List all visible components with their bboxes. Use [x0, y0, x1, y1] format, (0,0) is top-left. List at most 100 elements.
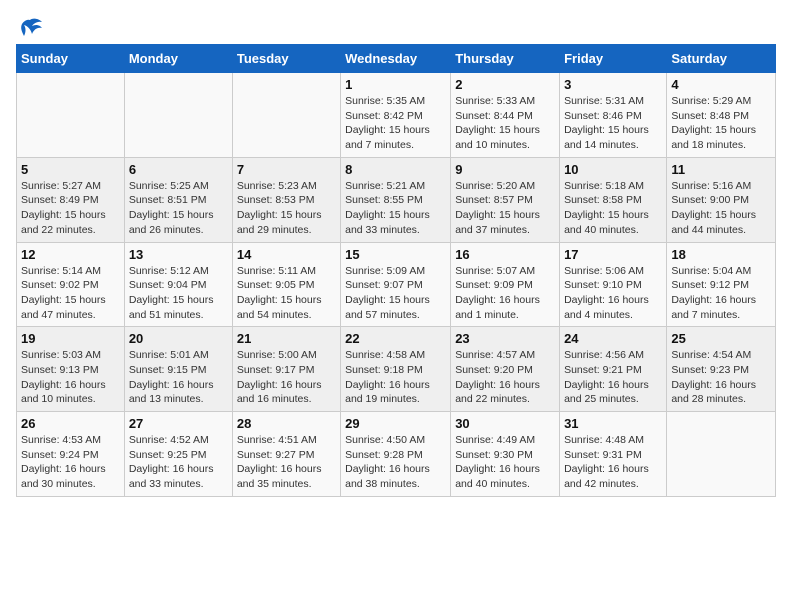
logo	[16, 16, 48, 40]
day-number: 21	[237, 331, 336, 346]
calendar-table: SundayMondayTuesdayWednesdayThursdayFrid…	[16, 44, 776, 497]
calendar-cell: 12 Sunrise: 5:14 AMSunset: 9:02 PMDayligh…	[17, 242, 125, 327]
day-header-tuesday: Tuesday	[232, 45, 340, 73]
day-number: 19	[21, 331, 120, 346]
week-row-2: 5 Sunrise: 5:27 AMSunset: 8:49 PMDaylight…	[17, 157, 776, 242]
calendar-cell: 1 Sunrise: 5:35 AMSunset: 8:42 PMDaylight…	[341, 73, 451, 158]
day-number: 20	[129, 331, 228, 346]
week-row-1: 1 Sunrise: 5:35 AMSunset: 8:42 PMDaylight…	[17, 73, 776, 158]
day-info: Sunrise: 4:49 AMSunset: 9:30 PMDaylight:…	[455, 433, 555, 492]
day-info: Sunrise: 4:56 AMSunset: 9:21 PMDaylight:…	[564, 348, 662, 407]
calendar-cell: 11 Sunrise: 5:16 AMSunset: 9:00 PMDayligh…	[667, 157, 776, 242]
day-info: Sunrise: 4:53 AMSunset: 9:24 PMDaylight:…	[21, 433, 120, 492]
day-number: 3	[564, 77, 662, 92]
calendar-cell: 24 Sunrise: 4:56 AMSunset: 9:21 PMDayligh…	[560, 327, 667, 412]
calendar-cell: 21 Sunrise: 5:00 AMSunset: 9:17 PMDayligh…	[232, 327, 340, 412]
day-number: 2	[455, 77, 555, 92]
days-header-row: SundayMondayTuesdayWednesdayThursdayFrid…	[17, 45, 776, 73]
day-info: Sunrise: 5:21 AMSunset: 8:55 PMDaylight:…	[345, 179, 446, 238]
calendar-cell: 10 Sunrise: 5:18 AMSunset: 8:58 PMDayligh…	[560, 157, 667, 242]
calendar-cell: 23 Sunrise: 4:57 AMSunset: 9:20 PMDayligh…	[451, 327, 560, 412]
day-header-wednesday: Wednesday	[341, 45, 451, 73]
day-number: 10	[564, 162, 662, 177]
calendar-cell: 9 Sunrise: 5:20 AMSunset: 8:57 PMDaylight…	[451, 157, 560, 242]
calendar-cell: 29 Sunrise: 4:50 AMSunset: 9:28 PMDayligh…	[341, 412, 451, 497]
day-info: Sunrise: 5:00 AMSunset: 9:17 PMDaylight:…	[237, 348, 336, 407]
calendar-cell: 15Sunrise: 5:09 AMSunset: 9:07 PMDayligh…	[341, 242, 451, 327]
day-number: 18	[671, 247, 771, 262]
day-number: 9	[455, 162, 555, 177]
calendar-cell	[667, 412, 776, 497]
day-info: Sunrise: 5:01 AMSunset: 9:15 PMDaylight:…	[129, 348, 228, 407]
day-number: 29	[345, 416, 446, 431]
calendar-cell: 2Sunrise: 5:33 AMSunset: 8:44 PMDaylight…	[451, 73, 560, 158]
day-info: Sunrise: 5:23 AMSunset: 8:53 PMDaylight:…	[237, 179, 336, 238]
day-header-saturday: Saturday	[667, 45, 776, 73]
calendar-cell: 13 Sunrise: 5:12 AMSunset: 9:04 PMDayligh…	[124, 242, 232, 327]
calendar-cell: 4 Sunrise: 5:29 AMSunset: 8:48 PMDaylight…	[667, 73, 776, 158]
day-number: 23	[455, 331, 555, 346]
day-info: Sunrise: 5:20 AMSunset: 8:57 PMDaylight:…	[455, 179, 555, 238]
calendar-cell: 8Sunrise: 5:21 AMSunset: 8:55 PMDaylight…	[341, 157, 451, 242]
day-number: 25	[671, 331, 771, 346]
week-row-3: 12 Sunrise: 5:14 AMSunset: 9:02 PMDayligh…	[17, 242, 776, 327]
calendar-cell: 19 Sunrise: 5:03 AMSunset: 9:13 PMDayligh…	[17, 327, 125, 412]
day-info: Sunrise: 5:11 AMSunset: 9:05 PMDaylight:…	[237, 264, 336, 323]
calendar-cell: 14Sunrise: 5:11 AMSunset: 9:05 PMDayligh…	[232, 242, 340, 327]
week-row-5: 26 Sunrise: 4:53 AMSunset: 9:24 PMDayligh…	[17, 412, 776, 497]
day-header-friday: Friday	[560, 45, 667, 73]
day-info: Sunrise: 4:57 AMSunset: 9:20 PMDaylight:…	[455, 348, 555, 407]
calendar-cell: 18 Sunrise: 5:04 AMSunset: 9:12 PMDayligh…	[667, 242, 776, 327]
page-header	[16, 16, 776, 40]
day-number: 13	[129, 247, 228, 262]
calendar-cell: 27Sunrise: 4:52 AMSunset: 9:25 PMDayligh…	[124, 412, 232, 497]
day-number: 7	[237, 162, 336, 177]
calendar-cell: 31 Sunrise: 4:48 AMSunset: 9:31 PMDayligh…	[560, 412, 667, 497]
day-info: Sunrise: 4:54 AMSunset: 9:23 PMDaylight:…	[671, 348, 771, 407]
day-number: 16	[455, 247, 555, 262]
day-number: 27	[129, 416, 228, 431]
calendar-cell: 30 Sunrise: 4:49 AMSunset: 9:30 PMDayligh…	[451, 412, 560, 497]
day-info: Sunrise: 5:14 AMSunset: 9:02 PMDaylight:…	[21, 264, 120, 323]
day-info: Sunrise: 5:18 AMSunset: 8:58 PMDaylight:…	[564, 179, 662, 238]
day-number: 28	[237, 416, 336, 431]
day-info: Sunrise: 4:51 AMSunset: 9:27 PMDaylight:…	[237, 433, 336, 492]
day-number: 22	[345, 331, 446, 346]
day-number: 4	[671, 77, 771, 92]
day-number: 24	[564, 331, 662, 346]
day-info: Sunrise: 5:29 AMSunset: 8:48 PMDaylight:…	[671, 94, 771, 153]
day-info: Sunrise: 5:16 AMSunset: 9:00 PMDaylight:…	[671, 179, 771, 238]
calendar-cell: 26 Sunrise: 4:53 AMSunset: 9:24 PMDayligh…	[17, 412, 125, 497]
day-number: 11	[671, 162, 771, 177]
day-info: Sunrise: 4:48 AMSunset: 9:31 PMDaylight:…	[564, 433, 662, 492]
day-number: 26	[21, 416, 120, 431]
day-info: Sunrise: 5:12 AMSunset: 9:04 PMDaylight:…	[129, 264, 228, 323]
calendar-cell: 6Sunrise: 5:25 AMSunset: 8:51 PMDaylight…	[124, 157, 232, 242]
day-info: Sunrise: 5:03 AMSunset: 9:13 PMDaylight:…	[21, 348, 120, 407]
calendar-cell: 25 Sunrise: 4:54 AMSunset: 9:23 PMDayligh…	[667, 327, 776, 412]
day-number: 5	[21, 162, 120, 177]
day-info: Sunrise: 5:35 AMSunset: 8:42 PMDaylight:…	[345, 94, 446, 153]
calendar-cell: 7 Sunrise: 5:23 AMSunset: 8:53 PMDaylight…	[232, 157, 340, 242]
calendar-cell: 22 Sunrise: 4:58 AMSunset: 9:18 PMDayligh…	[341, 327, 451, 412]
calendar-cell: 20 Sunrise: 5:01 AMSunset: 9:15 PMDayligh…	[124, 327, 232, 412]
day-number: 12	[21, 247, 120, 262]
day-number: 30	[455, 416, 555, 431]
calendar-cell	[124, 73, 232, 158]
day-number: 17	[564, 247, 662, 262]
day-info: Sunrise: 5:25 AMSunset: 8:51 PMDaylight:…	[129, 179, 228, 238]
day-info: Sunrise: 5:27 AMSunset: 8:49 PMDaylight:…	[21, 179, 120, 238]
calendar-cell	[232, 73, 340, 158]
calendar-cell: 16Sunrise: 5:07 AMSunset: 9:09 PMDayligh…	[451, 242, 560, 327]
day-info: Sunrise: 5:31 AMSunset: 8:46 PMDaylight:…	[564, 94, 662, 153]
calendar-cell: 3 Sunrise: 5:31 AMSunset: 8:46 PMDaylight…	[560, 73, 667, 158]
day-info: Sunrise: 5:04 AMSunset: 9:12 PMDaylight:…	[671, 264, 771, 323]
day-number: 31	[564, 416, 662, 431]
day-info: Sunrise: 4:50 AMSunset: 9:28 PMDaylight:…	[345, 433, 446, 492]
day-header-thursday: Thursday	[451, 45, 560, 73]
day-header-monday: Monday	[124, 45, 232, 73]
day-info: Sunrise: 5:06 AMSunset: 9:10 PMDaylight:…	[564, 264, 662, 323]
day-number: 1	[345, 77, 446, 92]
day-info: Sunrise: 4:58 AMSunset: 9:18 PMDaylight:…	[345, 348, 446, 407]
calendar-cell: 17 Sunrise: 5:06 AMSunset: 9:10 PMDayligh…	[560, 242, 667, 327]
